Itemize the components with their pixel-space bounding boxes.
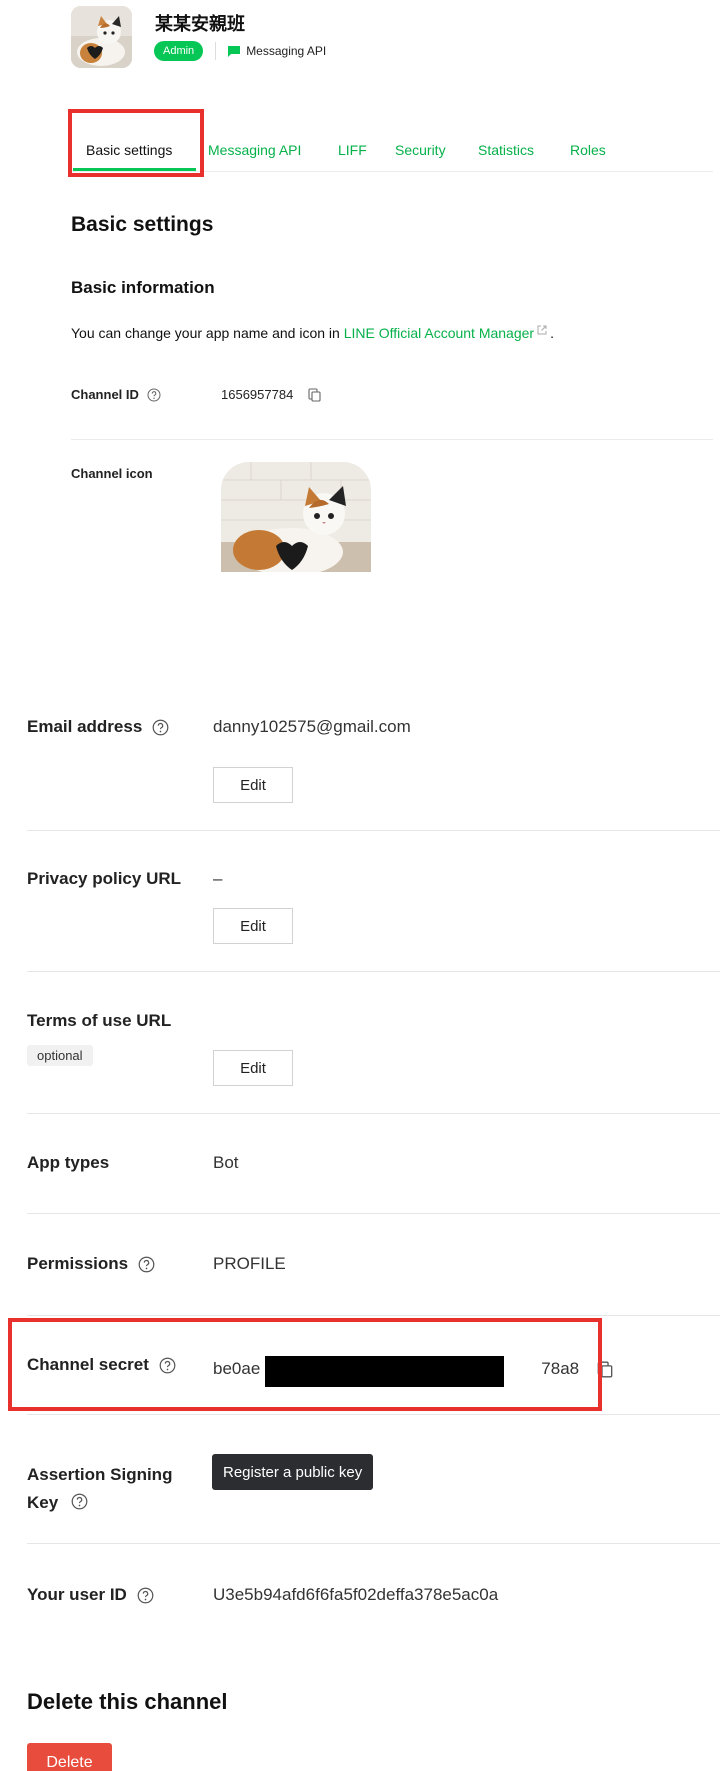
- channel-secret-label-text: Channel secret: [27, 1355, 149, 1374]
- assertion-signing-key-label-text: Assertion Signing Key: [27, 1465, 173, 1512]
- badge-divider: [215, 42, 217, 60]
- terms-of-use-label: Terms of use URL: [27, 1011, 172, 1030]
- help-icon[interactable]: [137, 1587, 154, 1604]
- permissions-value: PROFILE: [213, 1254, 286, 1273]
- privacy-policy-label: Privacy policy URL: [27, 869, 182, 888]
- channel-id-value: 1656957784: [221, 387, 294, 402]
- edit-privacy-policy-button[interactable]: Edit: [213, 908, 293, 944]
- section-heading-basic-information: Basic information: [71, 278, 215, 297]
- basic-info-description: You can change your app name and icon in…: [71, 325, 554, 341]
- tab-messaging-api[interactable]: Messaging API: [208, 142, 301, 158]
- optional-badge: optional: [27, 1045, 93, 1066]
- delete-channel-button[interactable]: Delete: [27, 1743, 112, 1771]
- app-types-label: App types: [27, 1153, 110, 1172]
- intro-suffix: .: [550, 325, 554, 341]
- settings-tabs: Basic settings Messaging API LIFF Securi…: [71, 130, 713, 172]
- help-icon[interactable]: [147, 388, 161, 402]
- copy-icon[interactable]: [597, 1361, 613, 1378]
- row-divider: [27, 971, 720, 972]
- email-label-text: Email address: [27, 717, 143, 736]
- app-types-value: Bot: [213, 1153, 239, 1172]
- channel-id-label: Channel ID: [71, 387, 161, 402]
- row-divider: [27, 1543, 720, 1544]
- tab-security[interactable]: Security: [395, 142, 446, 158]
- external-link-icon: [537, 325, 547, 335]
- privacy-policy-value: –: [213, 869, 223, 888]
- channel-icon-image: [221, 462, 371, 572]
- row-divider: [27, 1414, 720, 1415]
- delete-channel-heading: Delete this channel: [27, 1689, 228, 1714]
- help-icon[interactable]: [152, 719, 169, 736]
- channel-secret-label: Channel secret: [27, 1355, 176, 1375]
- edit-terms-of-use-button[interactable]: Edit: [213, 1050, 293, 1086]
- channel-type-label: Messaging API: [246, 44, 327, 58]
- active-tab-indicator: [73, 168, 196, 171]
- tab-roles[interactable]: Roles: [570, 142, 606, 158]
- email-value: danny102575@gmail.com: [213, 717, 411, 736]
- tab-statistics[interactable]: Statistics: [478, 142, 534, 158]
- channel-badges: Admin Messaging API: [154, 41, 326, 61]
- help-icon[interactable]: [159, 1357, 176, 1374]
- register-public-key-button[interactable]: Register a public key: [212, 1454, 374, 1490]
- user-id-label: Your user ID: [27, 1585, 154, 1605]
- tab-liff[interactable]: LIFF: [338, 142, 367, 158]
- channel-id-label-text: Channel ID: [71, 387, 139, 402]
- copy-icon[interactable]: [308, 387, 321, 402]
- channel-id-value-row: 1656957784: [221, 387, 321, 402]
- section-divider: [71, 439, 713, 440]
- row-divider: [27, 830, 720, 831]
- email-label: Email address: [27, 717, 169, 737]
- row-divider: [27, 1113, 720, 1114]
- row-divider: [27, 1315, 720, 1316]
- redaction-block: [265, 1356, 504, 1387]
- permissions-label: Permissions: [27, 1254, 155, 1274]
- help-icon[interactable]: [71, 1493, 88, 1510]
- channel-header: 某某安親班 Admin Messaging API: [71, 6, 671, 68]
- channel-avatar: [71, 6, 132, 68]
- permissions-label-text: Permissions: [27, 1254, 129, 1273]
- page-title: Basic settings: [71, 213, 214, 236]
- channel-secret-suffix: 78a8: [541, 1359, 580, 1378]
- admin-badge: Admin: [154, 41, 204, 61]
- intro-text: You can change your app name and icon in: [71, 325, 344, 341]
- help-icon[interactable]: [138, 1256, 155, 1273]
- channel-secret-prefix: be0ae: [213, 1359, 261, 1378]
- user-id-value: U3e5b94afd6f6fa5f02deffa378e5ac0a: [213, 1585, 499, 1604]
- row-divider: [27, 1213, 720, 1214]
- channel-name: 某某安親班: [155, 14, 245, 34]
- chat-bubble-icon: [228, 45, 241, 57]
- edit-email-button[interactable]: Edit: [213, 767, 293, 803]
- assertion-signing-key-label: Assertion Signing Key: [27, 1461, 197, 1517]
- channel-icon-label: Channel icon: [71, 466, 153, 481]
- tab-basic-settings[interactable]: Basic settings: [86, 142, 172, 158]
- user-id-label-text: Your user ID: [27, 1585, 127, 1604]
- oa-manager-link[interactable]: LINE Official Account Manager: [344, 325, 534, 341]
